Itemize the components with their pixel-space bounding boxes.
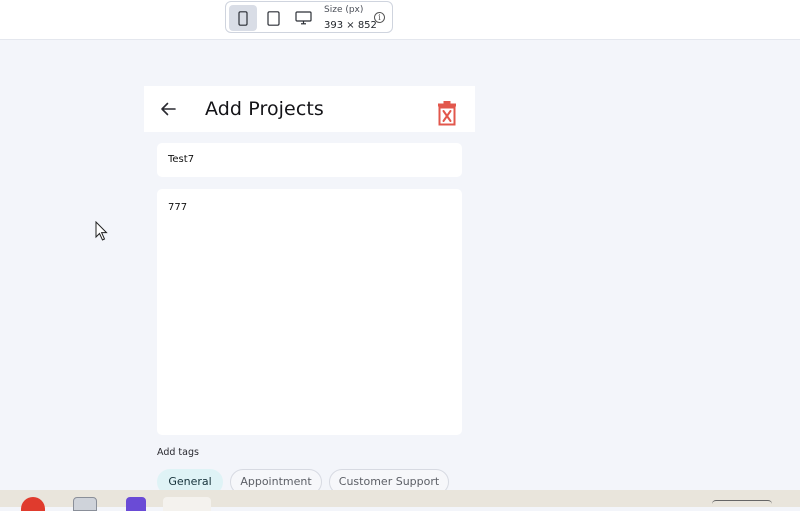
file-editor-icon[interactable] [73,497,97,511]
project-title-input[interactable]: Test7 [157,143,462,177]
desktop-device-button[interactable] [289,5,317,31]
size-value: 393 × 852 [324,20,377,31]
project-title-value: Test7 [168,154,195,165]
tablet-icon [266,10,280,26]
browser-icon[interactable] [21,497,45,511]
tag-chip-label: Appointment [240,475,312,488]
phone-icon [238,10,248,26]
device-selector: Size (px) 393 × 852 i [225,1,393,33]
tags-label: Add tags [157,447,199,458]
viewport-size: Size (px) 393 × 852 [324,4,377,32]
phone-device-button[interactable] [229,5,257,31]
mouse-cursor-icon [95,221,108,241]
delete-button[interactable] [436,100,458,126]
trash-x-icon [438,101,456,126]
tag-chip-label: General [168,475,212,488]
back-button[interactable] [158,99,178,119]
app-viewport: Add Projects Test7 777 Add tags General … [144,86,475,495]
desktop-icon [294,11,312,25]
page-title: Add Projects [205,98,324,120]
arrow-left-icon [161,102,176,116]
taskbar [0,490,800,511]
project-description-value: 777 [168,202,188,213]
size-label: Size (px) [324,5,364,15]
app-header: Add Projects [144,86,475,132]
tablet-device-button[interactable] [259,5,287,31]
project-description-textarea[interactable]: 777 [157,189,462,435]
tag-chip-label: Customer Support [338,475,440,488]
info-icon[interactable]: i [374,12,385,23]
active-window-tab[interactable] [163,497,211,511]
chat-app-icon[interactable] [126,497,146,511]
device-toolbar: Size (px) 393 × 852 i [0,0,800,40]
